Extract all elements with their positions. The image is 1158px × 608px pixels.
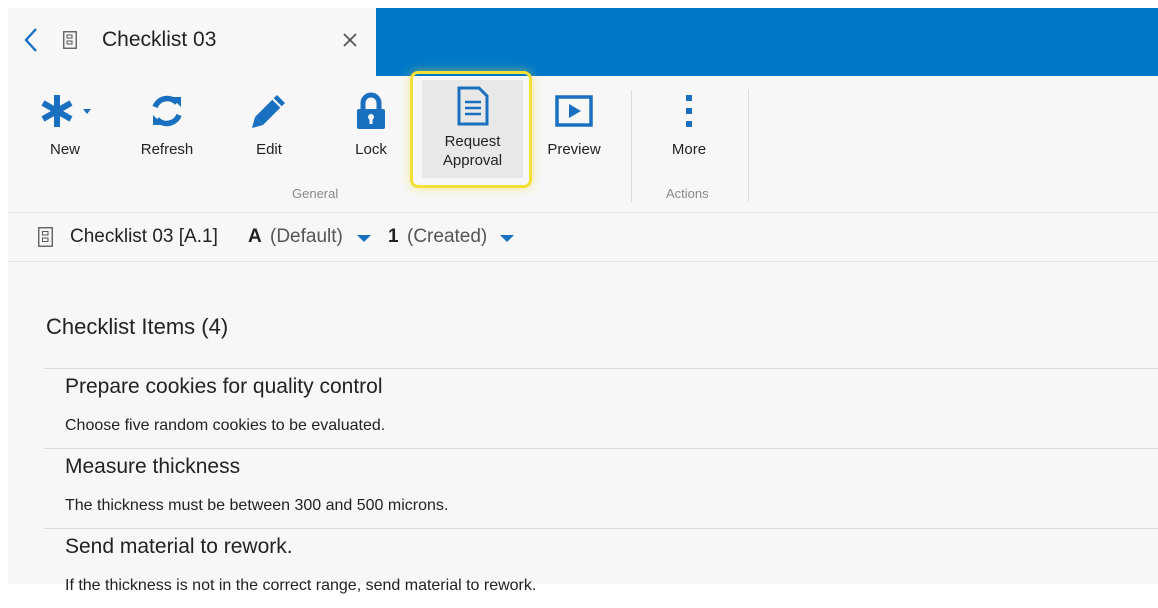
version-label[interactable]: (Created) xyxy=(407,226,487,248)
version-dropdown-caret-icon[interactable] xyxy=(500,235,514,242)
request-approval-highlight: Request Approval xyxy=(410,71,532,188)
preview-button[interactable]: Preview xyxy=(538,84,610,184)
more-vertical-icon xyxy=(686,95,692,127)
checklist-doc-icon xyxy=(63,31,77,49)
ribbon-separator xyxy=(631,90,632,202)
item-description: If the thickness is not in the correct r… xyxy=(65,577,537,594)
revision-code[interactable]: A xyxy=(248,226,262,248)
checklist-heading: Checklist Items (4) xyxy=(46,314,229,339)
revision-dropdown-caret-icon[interactable] xyxy=(357,235,371,242)
request-approval-label: Request Approval xyxy=(442,133,503,169)
checklist-list: Prepare cookies for quality control Choo… xyxy=(44,368,1158,608)
item-name: Send material to rework. xyxy=(65,535,293,558)
list-item[interactable]: Send material to rework. If the thicknes… xyxy=(44,528,1158,608)
breadcrumb-title: Checklist 03 [A.1] xyxy=(70,226,218,247)
request-approval-button[interactable]: Request Approval xyxy=(422,80,523,178)
refresh-button[interactable]: Refresh xyxy=(132,84,202,184)
edit-label: Edit xyxy=(256,141,282,158)
item-name: Prepare cookies for quality control xyxy=(65,375,383,398)
preview-label: Preview xyxy=(547,141,601,158)
ribbon-toolbar: New Refresh Edit Lock Request Approval P… xyxy=(8,71,1158,213)
play-frame-icon xyxy=(555,95,593,127)
checklist-doc-icon xyxy=(38,227,53,247)
version-code[interactable]: 1 xyxy=(388,226,399,248)
tab-bar: Checklist 03 xyxy=(8,8,1158,76)
new-label: New xyxy=(49,141,80,158)
breadcrumb: Checklist 03 [A.1] A (Default) 1 (Create… xyxy=(8,213,1158,262)
pencil-icon xyxy=(252,95,285,128)
lock-button[interactable]: Lock xyxy=(336,84,406,184)
header-band xyxy=(376,8,1158,76)
close-icon[interactable] xyxy=(340,30,360,50)
document-list-icon xyxy=(457,86,488,126)
more-label: More xyxy=(671,141,707,158)
refresh-label: Refresh xyxy=(140,141,194,158)
group-label-actions: Actions xyxy=(666,186,709,201)
item-description: The thickness must be between 300 and 50… xyxy=(65,497,449,514)
revision-label[interactable]: (Default) xyxy=(270,226,343,248)
list-item[interactable]: Prepare cookies for quality control Choo… xyxy=(44,368,1158,448)
ribbon-separator xyxy=(748,90,749,202)
lock-label: Lock xyxy=(355,141,387,158)
app-frame: Checklist 03 New Refresh Edit Lock Reque… xyxy=(8,8,1158,594)
lock-icon xyxy=(357,92,385,129)
list-item[interactable]: Measure thickness The thickness must be … xyxy=(44,448,1158,528)
more-button[interactable]: More xyxy=(656,84,722,184)
new-button[interactable]: New xyxy=(30,84,100,184)
refresh-icon xyxy=(152,95,182,127)
group-label-general: General xyxy=(292,186,339,201)
back-arrow-icon[interactable] xyxy=(22,26,40,54)
item-description: Choose five random cookies to be evaluat… xyxy=(65,417,386,434)
asterisk-icon xyxy=(41,95,91,127)
tab-title: Checklist 03 xyxy=(102,28,217,51)
item-name: Measure thickness xyxy=(65,455,241,478)
tab-checklist[interactable]: Checklist 03 xyxy=(8,8,376,76)
edit-button[interactable]: Edit xyxy=(234,84,304,184)
